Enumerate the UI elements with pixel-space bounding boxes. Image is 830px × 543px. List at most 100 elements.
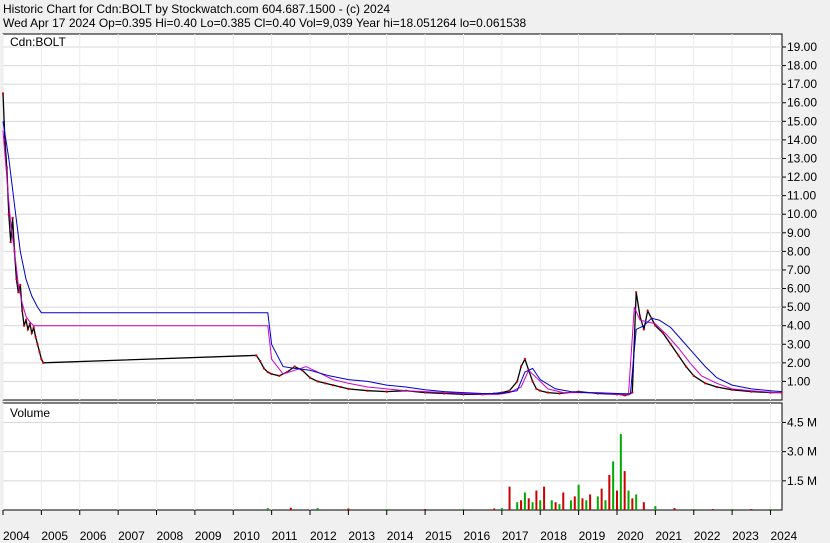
price-tick-label: 13.00	[787, 151, 817, 165]
volume-bar	[316, 508, 319, 510]
price-point	[692, 374, 695, 377]
chart-header-title: Historic Chart for Cdn:BOLT by Stockwatc…	[3, 2, 390, 16]
price-point	[30, 332, 33, 335]
price-point	[366, 389, 369, 392]
volume-bar	[500, 508, 503, 510]
x-tick-label: 2020	[617, 529, 644, 543]
price-tick-label: 12.00	[787, 170, 817, 184]
x-tick-label: 2024	[770, 529, 797, 543]
volume-bar	[642, 502, 645, 510]
volume-bar	[619, 434, 622, 510]
volume-bar	[543, 486, 546, 510]
volume-bar	[531, 502, 534, 510]
volume-bar	[600, 488, 603, 510]
price-tick-label: 6.00	[787, 282, 811, 296]
price-point	[38, 350, 41, 353]
volume-bar	[623, 471, 626, 510]
x-tick-label: 2014	[387, 529, 414, 543]
price-point	[36, 343, 39, 346]
price-tick-label: 16.00	[787, 96, 817, 110]
price-point	[11, 216, 14, 219]
price-plot-area	[2, 33, 783, 401]
volume-panel-label: Volume	[10, 406, 50, 420]
volume-bar	[569, 500, 572, 510]
price-point	[255, 354, 258, 357]
price-point	[520, 365, 523, 368]
x-tick-label: 2007	[118, 529, 145, 543]
price-point	[546, 391, 549, 394]
price-tick-label: 10.00	[787, 207, 817, 221]
x-tick-label: 2005	[41, 529, 68, 543]
volume-bar	[424, 509, 427, 511]
price-tick-label: 19.00	[787, 40, 817, 54]
price-tick-label: 2.00	[787, 356, 811, 370]
price-point	[339, 385, 342, 388]
price-point	[347, 387, 350, 390]
x-tick-label: 2012	[310, 529, 337, 543]
x-tick-label: 2023	[732, 529, 759, 543]
price-point	[26, 328, 29, 331]
price-point	[704, 382, 707, 385]
volume-bar	[527, 498, 530, 510]
price-point	[646, 309, 649, 312]
price-tick-label: 1.00	[787, 374, 811, 388]
price-point	[9, 241, 12, 244]
volume-plot-area	[2, 402, 783, 511]
x-tick-label: 2013	[348, 529, 375, 543]
volume-bar	[516, 502, 519, 510]
x-tick-label: 2004	[3, 529, 30, 543]
volume-bar	[493, 508, 496, 510]
x-tick-label: 2010	[233, 529, 260, 543]
x-tick-label: 2017	[502, 529, 529, 543]
price-point	[639, 315, 642, 318]
price-point	[535, 387, 538, 390]
volume-panel: 4.5 M 3.0 M 1.5 M Volume	[2, 402, 817, 511]
price-point	[259, 359, 262, 362]
x-tick-label: 2011	[272, 529, 298, 543]
volume-bar	[577, 484, 580, 510]
volume-bar	[589, 494, 592, 510]
volume-bar	[769, 509, 772, 511]
volume-bar	[266, 508, 269, 510]
volume-bar	[608, 474, 611, 510]
volume-bar	[347, 508, 350, 510]
volume-bar	[523, 492, 526, 510]
price-point	[23, 324, 26, 327]
volume-bar	[673, 508, 676, 510]
volume-bar	[535, 490, 538, 510]
volume-tick-label: 3.0 M	[787, 445, 817, 459]
volume-bar	[612, 461, 615, 510]
price-point	[278, 374, 281, 377]
volume-bar	[631, 498, 634, 510]
volume-bar	[615, 490, 618, 510]
price-point	[2, 92, 4, 95]
volume-bar	[731, 509, 734, 511]
volume-bar	[750, 509, 753, 511]
price-point	[324, 382, 327, 385]
price-point	[558, 392, 561, 395]
price-point	[715, 385, 718, 388]
price-tick-label: 11.00	[787, 189, 816, 203]
price-y-axis: 19.00 18.00 17.00 16.00 15.00 14.00 13.00 12.00…	[782, 40, 817, 388]
x-tick-label: 2006	[80, 529, 107, 543]
price-point	[508, 389, 511, 392]
x-tick-label: 2019	[579, 529, 606, 543]
price-point	[677, 354, 680, 357]
volume-bar	[539, 500, 542, 510]
price-tick-label: 4.00	[787, 319, 811, 333]
x-axis: 2004 2005 2006 2007 2008 2009 2010 2011 2012 2013…	[2, 510, 798, 543]
volume-bar	[520, 500, 523, 510]
price-point	[17, 291, 20, 294]
volume-bar	[581, 498, 584, 510]
price-tick-label: 8.00	[787, 244, 811, 258]
volume-y-axis: 4.5 M 3.0 M 1.5 M	[782, 415, 817, 488]
x-tick-label: 2016	[463, 529, 490, 543]
volume-bar	[462, 509, 465, 511]
volume-bar	[385, 509, 388, 511]
price-point	[19, 283, 22, 286]
price-point	[332, 384, 335, 387]
x-tick-label: 2018	[540, 529, 567, 543]
volume-bar	[554, 502, 557, 510]
x-tick-label: 2015	[425, 529, 452, 543]
price-tick-label: 5.00	[787, 300, 811, 314]
